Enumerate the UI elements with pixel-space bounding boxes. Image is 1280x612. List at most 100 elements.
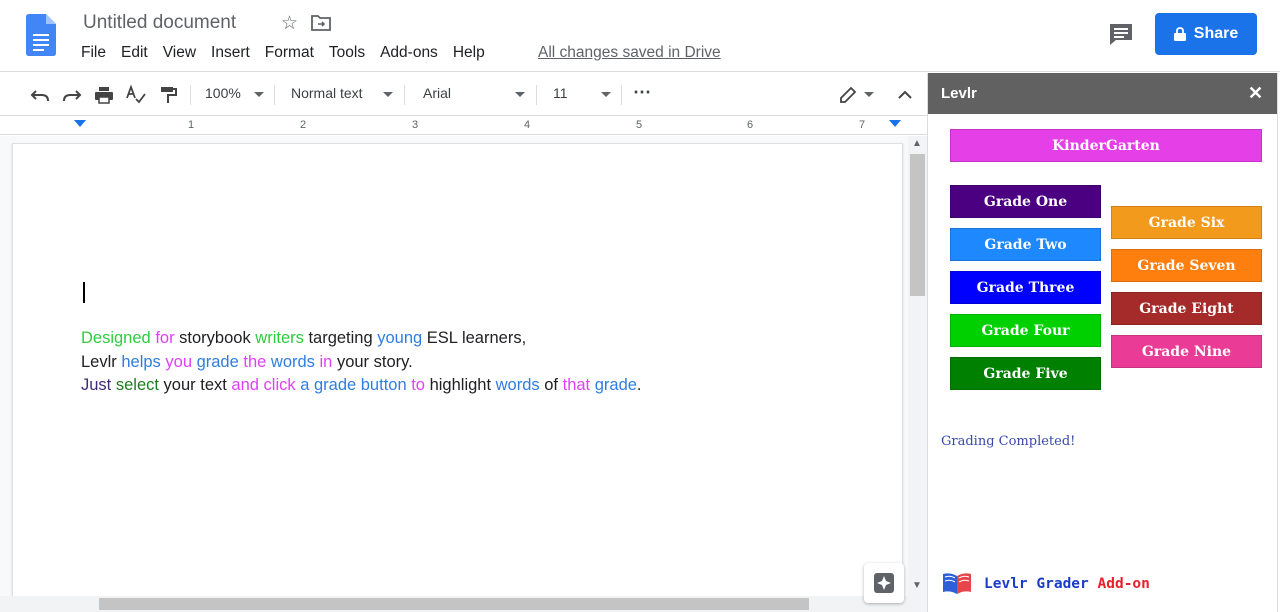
left-indent-marker[interactable] [74,120,86,127]
highlighted-word: . [636,376,642,394]
share-label: Share [1193,25,1239,42]
highlighted-word: you [165,352,197,371]
document-page[interactable]: Designed for storybook writers targeting… [12,143,903,603]
docs-header: Untitled document ☆ File Edit View Inser… [0,0,1280,72]
highlighted-word: the [243,352,271,371]
menu-help[interactable]: Help [453,44,493,62]
move-to-folder-icon[interactable] [311,14,331,32]
highlighted-word: grade [594,376,637,394]
highlighted-word: grade button [313,376,412,394]
highlighted-word: grade [196,352,244,371]
menu-edit[interactable]: Edit [121,44,156,62]
lock-icon [1173,27,1186,41]
highlighted-word: words [270,352,320,371]
vertical-scrollbar[interactable]: ▲ ▼ [908,136,927,596]
document-title[interactable]: Untitled document [83,12,236,34]
addon-footer-label: Levlr Grader Add-on [984,576,1150,592]
print-icon[interactable] [94,85,114,105]
highlighted-word: words [495,376,545,394]
highlighted-word: helps [121,352,166,371]
font-select[interactable]: Arial [423,85,451,101]
explore-button[interactable] [864,563,904,603]
highlighted-word: select [115,376,164,394]
grade-two-button[interactable]: Grade Two [950,228,1101,261]
editing-mode-caret-icon[interactable] [864,92,874,97]
highlighted-word: targeting [308,329,378,347]
grade-eight-button[interactable]: Grade Eight [1111,292,1262,325]
toolbar-divider [404,85,405,105]
grading-status: Grading Completed! [941,434,1076,449]
highlighted-word: for [155,329,180,347]
grade-four-button[interactable]: Grade Four [950,314,1101,347]
highlighted-word: your story. [336,352,413,371]
grade-one-button[interactable]: Grade One [950,185,1101,218]
share-button[interactable]: Share [1155,13,1257,55]
paragraph-style-select[interactable]: Normal text [291,85,363,101]
toolbar-divider [621,85,622,105]
ruler-number: 2 [300,119,307,131]
grade-five-button[interactable]: Grade Five [950,357,1101,390]
menu-format[interactable]: Format [265,44,322,62]
menu-bar: File Edit View Insert Format Tools Add-o… [81,44,500,62]
more-options-icon[interactable]: ⋯ [633,82,651,103]
redo-icon[interactable] [62,85,82,105]
comment-icon[interactable] [1108,22,1134,46]
menu-view[interactable]: View [163,44,204,62]
grade-nine-button[interactable]: Grade Nine [1111,335,1262,368]
paint-format-icon[interactable] [158,85,178,105]
grade-three-button[interactable]: Grade Three [950,271,1101,304]
toolbar-divider [536,85,537,105]
right-indent-marker[interactable] [889,120,901,127]
highlighted-word: your text [163,376,232,394]
book-icon [943,573,971,594]
text-cursor [83,282,85,303]
grade-seven-button[interactable]: Grade Seven [1111,249,1262,282]
toolbar-divider [274,85,275,105]
document-line[interactable]: Designed for storybook writers targeting… [81,327,642,351]
undo-icon[interactable] [30,85,50,105]
font-caret-icon[interactable] [515,92,525,97]
collapse-menu-chevron-up-icon[interactable] [895,85,915,105]
highlighted-word: of [544,376,563,394]
vertical-scroll-thumb[interactable] [910,154,925,296]
save-status-link[interactable]: All changes saved in Drive [538,44,721,62]
close-icon[interactable]: ✕ [1248,83,1263,104]
spellcheck-icon[interactable] [126,85,146,105]
addon-name: Levlr Grader [984,576,1089,592]
font-size-caret-icon[interactable] [601,92,611,97]
menu-tools[interactable]: Tools [329,44,373,62]
highlighted-word: Just [81,376,116,394]
horizontal-scroll-thumb[interactable] [99,598,809,610]
docs-logo-icon[interactable] [26,14,56,56]
ruler-number: 5 [636,119,643,131]
zoom-select[interactable]: 100% [205,85,241,101]
sidebar-header: Levlr ✕ [928,73,1277,114]
menu-insert[interactable]: Insert [211,44,258,62]
ruler-number: 6 [747,119,754,131]
menu-add-ons[interactable]: Add-ons [380,44,446,62]
kindergarten-button[interactable]: KinderGarten [950,129,1262,162]
document-body[interactable]: Designed for storybook writers targeting… [81,327,642,398]
toolbar-divider [190,85,191,105]
menu-file[interactable]: File [81,44,114,62]
highlighted-word: to [411,376,430,394]
highlighted-word: young [377,329,427,347]
document-line[interactable]: Just select your text and click a grade … [81,374,642,398]
scroll-down-icon[interactable]: ▼ [912,580,922,591]
zoom-caret-icon[interactable] [254,92,264,97]
highlighted-word: Levlr [81,352,122,371]
document-line[interactable]: Levlr helps you grade the words in your … [81,351,642,375]
horizontal-scrollbar[interactable] [0,596,927,612]
highlighted-word: highlight [429,376,496,394]
highlighted-word: a [300,376,314,394]
grade-six-button[interactable]: Grade Six [1111,206,1262,239]
scroll-up-icon[interactable]: ▲ [912,138,922,149]
ruler[interactable]: 1 2 3 4 5 6 7 [0,117,927,135]
editing-mode-pencil-icon[interactable] [838,85,858,105]
highlighted-word: Designed [81,329,156,347]
star-icon[interactable]: ☆ [281,12,298,35]
ruler-number: 7 [859,119,866,131]
highlighted-word: in [319,352,337,371]
style-caret-icon[interactable] [383,92,393,97]
font-size-select[interactable]: 11 [553,85,568,101]
